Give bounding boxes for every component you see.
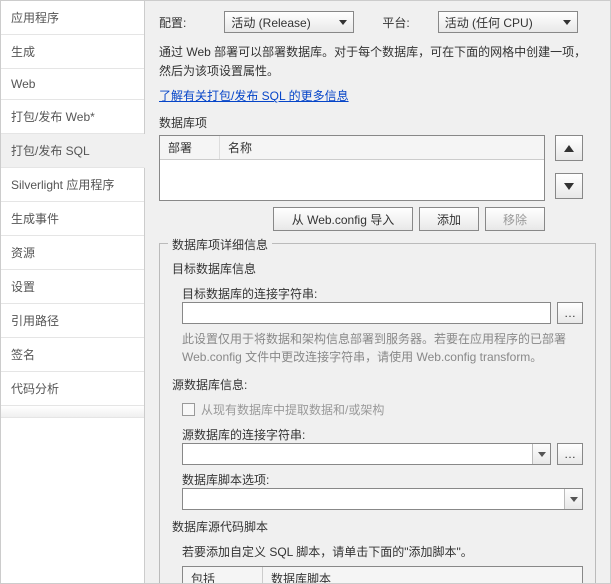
col-deploy: 部署 (160, 136, 220, 159)
db-items-grid[interactable]: 部署 名称 (159, 135, 545, 201)
script-options-row (182, 488, 583, 510)
db-items-button-row: 从 Web.config 导入 添加 移除 (159, 207, 545, 231)
chevron-down-icon (538, 452, 546, 457)
sidebar-item-settings[interactable]: 设置 (1, 270, 144, 304)
sidebar-tail (1, 406, 144, 418)
extract-checkbox-label: 从现有数据库中提取数据和/或架构 (201, 401, 384, 418)
target-section: 目标数据库的连接字符串: … 此设置仅用于将数据和架构信息部署到服务器。若要在应… (182, 285, 583, 366)
db-items-title: 数据库项 (159, 114, 596, 131)
source-conn-label: 源数据库的连接字符串: (182, 426, 583, 443)
source-section: 从现有数据库中提取数据和/或架构 源数据库的连接字符串: … 数据库脚本选项: (182, 401, 583, 510)
extract-checkbox-row: 从现有数据库中提取数据和/或架构 (182, 401, 583, 418)
sidebar: 应用程序 生成 Web 打包/发布 Web* 打包/发布 SQL Silverl… (1, 1, 145, 583)
script-options-label: 数据库脚本选项: (182, 471, 583, 488)
sidebar-item-label: Silverlight 应用程序 (11, 178, 114, 192)
target-conn-row: … (182, 302, 583, 324)
source-db-title: 源数据库信息: (172, 376, 583, 393)
sidebar-item-code-analysis[interactable]: 代码分析 (1, 372, 144, 406)
remove-button[interactable]: 移除 (485, 207, 545, 231)
sidebar-item-label: 引用路径 (11, 314, 59, 328)
sidebar-item-label: 应用程序 (11, 11, 59, 25)
reorder-buttons (555, 135, 583, 199)
script-options-dropdown[interactable] (564, 489, 582, 509)
target-db-title: 目标数据库信息 (172, 260, 583, 277)
fieldset-legend: 数据库项详细信息 (168, 236, 272, 253)
platform-value: 活动 (任何 CPU) (445, 14, 533, 31)
source-conn-combo[interactable] (182, 443, 551, 465)
arrow-down-icon (564, 183, 574, 190)
sidebar-item-label: 生成 (11, 45, 35, 59)
target-note: 此设置仅用于将数据和架构信息部署到服务器。若要在应用程序的已部署 Web.con… (182, 330, 583, 366)
sidebar-item-silverlight[interactable]: Silverlight 应用程序 (1, 168, 144, 202)
ellipsis-icon: … (564, 306, 576, 320)
chevron-down-icon (339, 20, 347, 25)
sidebar-item-label: Web (11, 77, 35, 91)
chevron-down-icon (570, 497, 578, 502)
db-details-fieldset: 数据库项详细信息 目标数据库信息 目标数据库的连接字符串: … 此设置仅用于将数… (159, 243, 596, 583)
target-conn-input[interactable] (182, 302, 551, 324)
platform-select[interactable]: 活动 (任何 CPU) (438, 11, 578, 33)
platform-label: 平台: (382, 14, 409, 31)
sidebar-item-label: 代码分析 (11, 382, 59, 396)
scripts-col-name: 数据库脚本 (263, 567, 339, 583)
config-label: 配置: (159, 14, 186, 31)
sidebar-item-web[interactable]: Web (1, 69, 144, 100)
add-button[interactable]: 添加 (419, 207, 479, 231)
sidebar-item-label: 打包/发布 SQL (11, 144, 90, 158)
target-conn-label: 目标数据库的连接字符串: (182, 285, 583, 302)
move-down-button[interactable] (555, 173, 583, 199)
script-options-combo[interactable] (182, 488, 583, 510)
learn-more-link[interactable]: 了解有关打包/发布 SQL 的更多信息 (159, 89, 349, 103)
sidebar-item-build[interactable]: 生成 (1, 35, 144, 69)
scripts-col-include: 包括 (183, 567, 263, 583)
intro-text: 通过 Web 部署可以部署数据库。对于每个数据库，可在下面的网格中创建一项，然后… (159, 43, 596, 81)
col-name: 名称 (220, 136, 260, 159)
move-up-button[interactable] (555, 135, 583, 161)
scripts-section: 若要添加自定义 SQL 脚本，请单击下面的"添加脚本"。 包括 数据库脚本 (182, 543, 583, 583)
sidebar-item-label: 生成事件 (11, 212, 59, 226)
scripts-title: 数据库源代码脚本 (172, 518, 583, 535)
sidebar-item-label: 打包/发布 Web* (11, 110, 95, 124)
extract-checkbox[interactable] (182, 403, 195, 416)
grid-header: 部署 名称 (160, 136, 544, 160)
scripts-table[interactable]: 包括 数据库脚本 (182, 566, 583, 583)
target-conn-browse-button[interactable]: … (557, 302, 583, 324)
ellipsis-icon: … (564, 447, 576, 461)
content-pane: 配置: 活动 (Release) 平台: 活动 (任何 CPU) 通过 Web … (145, 1, 610, 583)
db-items-area: 部署 名称 (159, 135, 596, 201)
sidebar-item-signing[interactable]: 签名 (1, 338, 144, 372)
source-conn-browse-button[interactable]: … (557, 443, 583, 465)
sidebar-item-package-web[interactable]: 打包/发布 Web* (1, 100, 144, 134)
arrow-up-icon (564, 145, 574, 152)
config-select[interactable]: 活动 (Release) (224, 11, 354, 33)
import-webconfig-button[interactable]: 从 Web.config 导入 (273, 207, 413, 231)
sidebar-item-label: 设置 (11, 280, 35, 294)
scripts-hint: 若要添加自定义 SQL 脚本，请单击下面的"添加脚本"。 (182, 543, 583, 560)
sidebar-item-application[interactable]: 应用程序 (1, 1, 144, 35)
config-value: 活动 (Release) (231, 14, 310, 31)
sidebar-item-label: 签名 (11, 348, 35, 362)
source-conn-dropdown[interactable] (532, 444, 550, 464)
sidebar-item-label: 资源 (11, 246, 35, 260)
source-conn-row: … (182, 443, 583, 465)
chevron-down-icon (563, 20, 571, 25)
sidebar-item-package-sql[interactable]: 打包/发布 SQL (1, 134, 145, 168)
scripts-table-header: 包括 数据库脚本 (183, 567, 582, 583)
sidebar-item-reference-paths[interactable]: 引用路径 (1, 304, 144, 338)
sidebar-item-build-events[interactable]: 生成事件 (1, 202, 144, 236)
config-row: 配置: 活动 (Release) 平台: 活动 (任何 CPU) (159, 11, 596, 33)
sidebar-item-resources[interactable]: 资源 (1, 236, 144, 270)
project-properties-window: 应用程序 生成 Web 打包/发布 Web* 打包/发布 SQL Silverl… (0, 0, 611, 584)
